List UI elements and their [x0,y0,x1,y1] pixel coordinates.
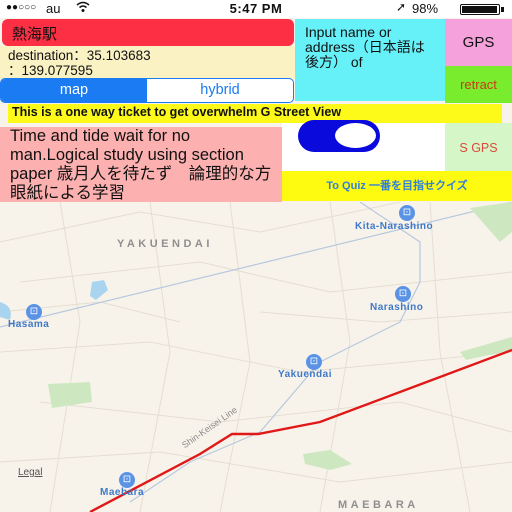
quiz-button[interactable]: To Quiz 一番を目指せクイズ [282,171,512,201]
destination-coordinates: destination：35.103683 ：139.077595 [0,46,296,79]
battery-percent: 98% [412,1,439,16]
destination-latitude: destination：35.103683 [8,48,151,63]
station-label-maebara[interactable]: Maebara [100,487,144,498]
train-station-icon[interactable]: ⊡ [306,354,322,370]
retract-button[interactable]: retract [445,66,512,103]
train-station-icon[interactable]: ⊡ [119,472,135,488]
park [470,202,512,242]
location-arrow-icon: ➚ [396,0,407,14]
train-station-icon[interactable]: ⊡ [26,304,42,320]
quote-text: Time and tide wait for no man.Logical st… [0,127,282,202]
street-grid [0,202,512,512]
park [303,450,352,470]
park [48,382,92,408]
station-name-label: 熱海駅 [2,19,294,46]
park [460,337,512,360]
area-label-maebara: MAEBARA [338,499,419,511]
area-label-yakuendai: YAKUENDAI [117,238,213,250]
gps-button[interactable]: GPS [445,19,512,66]
segment-map[interactable]: map [1,79,147,102]
status-bar: ●●○○○ au 5:47 PM ➚ 98% [0,0,512,18]
battery-nub [501,7,504,12]
map-graphics [0,202,512,512]
pond [0,302,11,320]
train-station-icon[interactable]: ⊡ [399,205,415,221]
station-label-kita-narashino[interactable]: Kita-Narashino [355,221,433,232]
map-type-segmented-control[interactable]: map hybrid [0,78,294,103]
segment-hybrid[interactable]: hybrid [147,79,293,102]
s-gps-button[interactable]: S GPS [445,123,512,173]
street-view-banner[interactable]: This is a one way ticket to get overwhel… [8,104,502,123]
address-input[interactable]: Input name or address（日本語は後方） of [295,19,445,101]
map-view[interactable]: YAKUENDAI MAEBARA ⊡ Kita-Narashino ⊡ Has… [0,202,512,512]
train-station-icon[interactable]: ⊡ [395,286,411,302]
toggle-switch[interactable] [298,120,380,152]
toggle-knob[interactable] [333,121,378,150]
pond [90,280,108,300]
station-label-yakuendai[interactable]: Yakuendai [278,369,332,380]
station-label-narashino[interactable]: Narashino [370,302,423,313]
destination-longitude: ：139.077595 [8,63,93,78]
station-label-hasama[interactable]: Hasama [8,319,49,330]
legal-link[interactable]: Legal [18,467,42,478]
battery-icon [460,4,500,15]
